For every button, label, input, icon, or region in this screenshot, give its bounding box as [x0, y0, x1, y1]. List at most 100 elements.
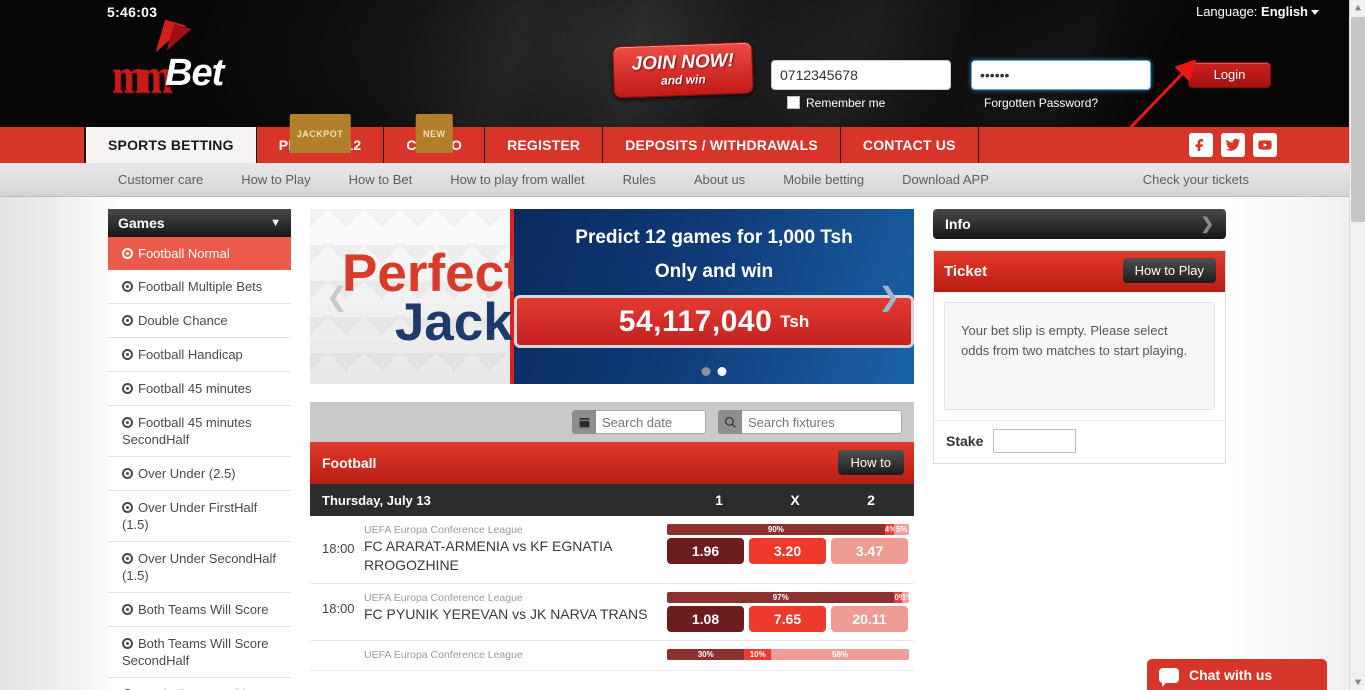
page-body: Games ▼ Football Normal Football Multipl… [0, 197, 1349, 690]
chat-widget[interactable]: Chat with us [1147, 659, 1327, 690]
sidebar-item-football-45-minutes[interactable]: Football 45 minutes [108, 372, 291, 406]
match-odds: 30% 10% 58% [667, 649, 909, 660]
radio-icon [122, 383, 133, 394]
odd-button-1[interactable]: 1.96 [667, 538, 744, 564]
tab-register[interactable]: REGISTER [485, 127, 604, 163]
radio-icon [122, 502, 133, 513]
how-to-button[interactable]: How to [837, 450, 904, 475]
sidebar-item-football-even-odd[interactable]: Football Even Odd [108, 678, 291, 690]
subnav-download-app[interactable]: Download APP [902, 172, 989, 187]
match-info: UEFA Europa Conference League [364, 649, 667, 662]
subnav-how-to-play-from-wallet[interactable]: How to play from wallet [450, 172, 584, 187]
subnav-check-your-tickets[interactable]: Check your tickets [1143, 172, 1349, 187]
tab-perfect12[interactable]: JACKPOT PERFECT12 [257, 114, 385, 163]
page-scrollbar[interactable] [1349, 0, 1365, 690]
table-row[interactable]: 18:00 UEFA Europa Conference League FC P… [310, 584, 914, 641]
section-title: Football [322, 455, 377, 471]
sidebar-title: Games [118, 215, 165, 231]
forgotten-password-link[interactable]: Forgotten Password? [984, 96, 1098, 110]
subnav-mobile-betting[interactable]: Mobile betting [783, 172, 864, 187]
sidebar-item-label: Over Under FirstHalf (1.5) [122, 500, 258, 532]
tab-casino[interactable]: NEW CASINO [384, 114, 486, 163]
subnav-how-to-bet[interactable]: How to Bet [349, 172, 413, 187]
radio-icon [122, 248, 133, 259]
odd-button-x[interactable]: 7.65 [749, 606, 826, 632]
subnav-how-to-play[interactable]: How to Play [241, 172, 310, 187]
checkbox-box[interactable] [787, 96, 800, 109]
odds-buttons: 1.08 7.65 20.11 [667, 606, 909, 632]
games-sidebar: Games ▼ Football Normal Football Multipl… [108, 209, 291, 690]
username-input[interactable] [771, 60, 951, 90]
match-time: 18:00 [322, 601, 355, 616]
radio-icon [122, 604, 133, 615]
search-toolbar [310, 402, 914, 442]
sidebar-item-both-teams-will-score-secondhalf[interactable]: Both Teams Will Score SecondHalf [108, 627, 291, 678]
sidebar-item-over-under-secondhalf-15[interactable]: Over Under SecondHalf (1.5) [108, 542, 291, 593]
bet-slip: Your bet slip is empty. Please select od… [944, 302, 1215, 410]
fixtures-date-header: Thursday, July 13 1 X 2 [310, 484, 914, 516]
scroll-up-button[interactable] [1350, 0, 1365, 16]
promo-banner[interactable]: ❮ Perfect12 Jackpot Predict 12 games for… [310, 209, 914, 384]
percentage-1: 30% [667, 649, 745, 660]
odd-button-x[interactable]: 3.20 [749, 538, 826, 564]
radio-icon [122, 417, 133, 428]
subnav-rules[interactable]: Rules [623, 172, 656, 187]
percentage-2: 1% [901, 592, 909, 603]
sidebar-item-double-chance[interactable]: Double Chance [108, 304, 291, 338]
sidebar-item-football-multiple-bets[interactable]: Football Multiple Bets [108, 270, 291, 304]
scroll-down-button[interactable] [1350, 674, 1365, 690]
odd-button-2[interactable]: 20.11 [831, 606, 908, 632]
logo[interactable]: mm Bet [112, 19, 232, 104]
banner-brand-panel: ❮ Perfect12 Jackpot [310, 209, 595, 384]
table-row[interactable]: UEFA Europa Conference League 30% 10% 58… [310, 641, 914, 671]
sidebar-item-football-normal[interactable]: Football Normal [108, 237, 291, 270]
odd-button-1[interactable]: 1.08 [667, 606, 744, 632]
scrollbar-thumb[interactable] [1351, 17, 1365, 222]
stake-input[interactable] [993, 429, 1077, 453]
sidebar-item-football-handicap[interactable]: Football Handicap [108, 338, 291, 372]
radio-icon [122, 349, 133, 360]
percentage-1: 90% [667, 524, 885, 535]
match-teams: FC ARARAT-ARMENIA vs KF EGNATIA RROGOZHI… [364, 538, 612, 573]
match-info: UEFA Europa Conference League FC PYUNIK … [364, 592, 667, 624]
youtube-icon[interactable] [1253, 133, 1277, 157]
chevron-right-icon[interactable]: ❯ [878, 281, 900, 312]
match-time: 18:00 [322, 541, 355, 556]
column-header-1: 1 [715, 492, 723, 508]
search-fixtures-input[interactable] [742, 410, 902, 434]
logo-bet-text: Bet [165, 52, 224, 94]
nav-spacer [0, 127, 85, 163]
table-row[interactable]: 18:00 UEFA Europa Conference League FC A… [310, 516, 914, 584]
join-now-button[interactable]: JOIN NOW! and win [612, 41, 754, 99]
sidebar-item-football-45-minutes-secondhalf[interactable]: Football 45 minutes SecondHalf [108, 406, 291, 457]
facebook-icon[interactable] [1189, 133, 1213, 157]
language-selector[interactable]: Language: English [1196, 4, 1319, 19]
tab-contact-us[interactable]: CONTACT US [841, 127, 979, 163]
sidebar-item-over-under-25[interactable]: Over Under (2.5) [108, 457, 291, 491]
banner-dot-1[interactable] [701, 367, 711, 376]
twitter-icon[interactable] [1221, 133, 1245, 157]
info-panel-header[interactable]: Info ❯ [933, 209, 1226, 239]
sidebar-item-label: Football Handicap [138, 347, 243, 362]
match-odds: 97% 0% 1% 1.08 7.65 20.11 [667, 592, 909, 632]
subnav-about-us[interactable]: About us [694, 172, 745, 187]
sidebar-item-over-under-firsthalf-15[interactable]: Over Under FirstHalf (1.5) [108, 491, 291, 542]
sidebar-header[interactable]: Games ▼ [108, 209, 291, 237]
subnav-customer-care[interactable]: Customer care [118, 172, 203, 187]
search-date-input[interactable] [596, 410, 706, 434]
radio-icon [122, 638, 133, 649]
login-button[interactable]: Login [1188, 62, 1271, 88]
how-to-play-button[interactable]: How to Play [1122, 258, 1216, 283]
sidebar-item-label: Football Normal [138, 246, 230, 261]
sidebar-item-label: Over Under (2.5) [138, 466, 236, 481]
language-label: Language: [1195, 4, 1258, 19]
sidebar-item-both-teams-will-score[interactable]: Both Teams Will Score [108, 593, 291, 627]
tab-deposits-withdrawals[interactable]: DEPOSITS / WITHDRAWALS [603, 127, 841, 163]
banner-dot-2[interactable] [717, 367, 727, 376]
tab-sports-betting[interactable]: SPORTS BETTING [85, 127, 257, 163]
ticket-title: Ticket [944, 263, 988, 280]
password-input[interactable] [971, 60, 1151, 90]
remember-me-checkbox[interactable]: Remember me [787, 96, 885, 110]
odd-button-2[interactable]: 3.47 [831, 538, 908, 564]
page-root: 5:46:03 Language: English mm Bet JOIN NO… [0, 0, 1365, 690]
